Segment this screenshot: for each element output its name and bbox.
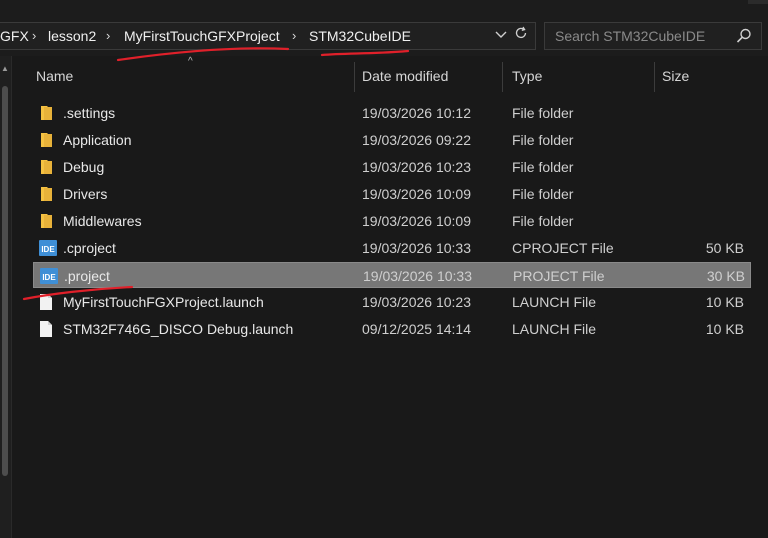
file-date-modified: 19/03/2026 10:12 — [362, 105, 471, 121]
search-placeholder: Search STM32CubeIDE — [555, 28, 706, 44]
file-row[interactable]: IDE .cproject 19/03/2026 10:33 CPROJECT Fil… — [33, 235, 751, 261]
file-row[interactable]: MyFirstTouchFGXProject.launch 19/03/2026 … — [33, 289, 751, 315]
file-date-modified: 19/03/2026 10:33 — [362, 240, 471, 256]
sort-ascending-icon: ^ — [188, 56, 193, 67]
file-size — [664, 181, 744, 207]
navigation-pane-scrollbar[interactable]: ▲ — [0, 56, 12, 538]
ide-file-icon: IDE — [40, 267, 58, 285]
scrollbar-thumb[interactable] — [2, 86, 8, 476]
file-row[interactable]: Application 19/03/2026 09:22 File folder — [33, 127, 751, 153]
svg-text:IDE: IDE — [42, 273, 56, 282]
column-header-date[interactable]: Date modified — [362, 56, 448, 92]
file-name: Drivers — [63, 186, 108, 202]
file-row[interactable]: .settings 19/03/2026 10:12 File folder — [33, 100, 751, 126]
file-name: Debug — [63, 159, 105, 175]
file-date-modified: 19/03/2026 09:22 — [362, 132, 471, 148]
file-row[interactable]: Debug 19/03/2026 10:23 File folder — [33, 154, 751, 180]
document-icon — [39, 320, 55, 338]
file-name: Middlewares — [63, 213, 142, 229]
breadcrumb-item-gfx[interactable]: GFX — [0, 23, 29, 49]
window-control[interactable] — [748, 0, 768, 4]
folder-icon — [39, 158, 55, 176]
column-header-size[interactable]: Size — [662, 56, 689, 92]
svg-text:IDE: IDE — [41, 245, 55, 254]
search-icon[interactable] — [735, 27, 753, 45]
file-type: PROJECT File — [513, 268, 605, 284]
file-type: File folder — [512, 105, 574, 121]
file-size — [664, 100, 744, 126]
file-size: 50 KB — [705, 240, 744, 256]
file-date-modified: 09/12/2025 14:14 — [362, 321, 471, 337]
file-type: File folder — [512, 186, 574, 202]
file-row[interactable]: Middlewares 19/03/2026 10:09 File folder — [33, 208, 751, 234]
file-size — [664, 154, 744, 180]
refresh-icon[interactable] — [512, 26, 530, 46]
file-size: 10 KB — [705, 321, 744, 337]
file-name: .project — [64, 268, 110, 284]
search-input[interactable]: Search STM32CubeIDE — [544, 22, 762, 50]
breadcrumb-separator[interactable]: › — [106, 23, 110, 49]
folder-icon — [39, 212, 55, 230]
file-name: .settings — [63, 105, 116, 121]
file-date-modified: 19/03/2026 10:09 — [362, 213, 471, 229]
column-header-name[interactable]: Name — [36, 56, 73, 92]
document-icon — [39, 293, 55, 311]
column-divider[interactable] — [654, 62, 655, 92]
file-size: 10 KB — [705, 294, 744, 310]
chevron-down-icon[interactable] — [492, 26, 510, 46]
file-size — [664, 127, 744, 153]
navigation-bar: GFX › lesson2 › MyFirstTouchGFXProject ›… — [0, 0, 768, 56]
column-divider[interactable] — [502, 62, 503, 92]
folder-icon — [39, 131, 55, 149]
file-date-modified: 19/03/2026 10:33 — [363, 268, 472, 284]
folder-icon — [39, 104, 55, 122]
address-bar[interactable]: GFX › lesson2 › MyFirstTouchGFXProject ›… — [0, 22, 536, 50]
column-header-type[interactable]: Type — [512, 56, 542, 92]
file-explorer-window: GFX › lesson2 › MyFirstTouchGFXProject ›… — [0, 0, 768, 538]
file-type: File folder — [512, 213, 574, 229]
breadcrumb-separator[interactable]: › — [292, 23, 296, 49]
ide-file-icon: IDE — [39, 239, 57, 257]
breadcrumb-item-project[interactable]: MyFirstTouchGFXProject — [124, 23, 280, 49]
file-type: File folder — [512, 159, 574, 175]
file-name: MyFirstTouchFGXProject.launch — [63, 294, 264, 310]
file-size — [664, 208, 744, 234]
file-date-modified: 19/03/2026 10:23 — [362, 159, 471, 175]
file-row[interactable]: IDE .project 19/03/2026 10:33 PROJECT File 3… — [33, 262, 751, 288]
folder-icon — [39, 185, 55, 203]
file-type: File folder — [512, 132, 574, 148]
column-header-row: ^ Name Date modified Type Size — [12, 56, 768, 92]
file-size: 30 KB — [706, 268, 745, 284]
file-date-modified: 19/03/2026 10:23 — [362, 294, 471, 310]
file-row[interactable]: Drivers 19/03/2026 10:09 File folder — [33, 181, 751, 207]
scroll-up-icon[interactable]: ▲ — [1, 64, 9, 73]
file-name: .cproject — [63, 240, 116, 256]
file-type: LAUNCH File — [512, 321, 597, 337]
breadcrumb-separator[interactable]: › — [32, 23, 36, 49]
breadcrumb-item-stm32cubeide[interactable]: STM32CubeIDE — [309, 23, 411, 49]
file-type: LAUNCH File — [512, 294, 597, 310]
file-date-modified: 19/03/2026 10:09 — [362, 186, 471, 202]
file-name: STM32F746G_DISCO Debug.launch — [63, 321, 294, 337]
column-divider[interactable] — [354, 62, 355, 92]
file-name: Application — [63, 132, 132, 148]
file-type: CPROJECT File — [512, 240, 614, 256]
file-row[interactable]: STM32F746G_DISCO Debug.launch 09/12/2025 … — [33, 316, 751, 342]
breadcrumb-item-lesson2[interactable]: lesson2 — [48, 23, 96, 49]
